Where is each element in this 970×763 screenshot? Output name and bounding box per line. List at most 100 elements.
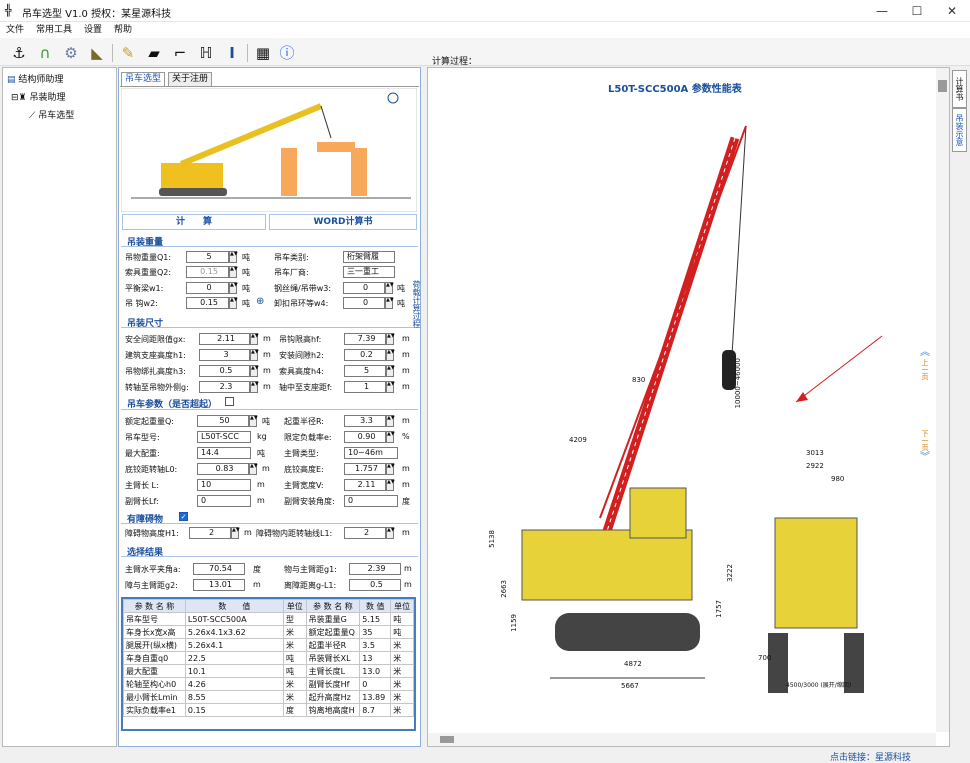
- boom-width-unit: m: [402, 480, 410, 489]
- e-height-input[interactable]: 1.757: [344, 463, 386, 475]
- l0-spinner[interactable]: ▲▼: [249, 463, 258, 475]
- tab-calc-book[interactable]: 计算书: [952, 70, 967, 108]
- load-rate-spinner[interactable]: ▲▼: [386, 431, 395, 443]
- table-cell: 最大配重: [123, 664, 186, 678]
- h-scrollbar[interactable]: [428, 733, 936, 746]
- w4-spinner[interactable]: ▲▼: [385, 297, 394, 309]
- vendor-link[interactable]: 点击链接：星源科技: [830, 750, 911, 763]
- f-input[interactable]: 1: [344, 381, 386, 393]
- h4-input[interactable]: 5: [344, 365, 386, 377]
- close-icon[interactable]: ✕: [930, 0, 970, 22]
- w2-spinner[interactable]: ▲▼: [229, 297, 238, 309]
- table-cell: 吨: [282, 664, 307, 678]
- radius-spinner[interactable]: ▲▼: [386, 415, 395, 427]
- w3-spinner[interactable]: ▲▼: [385, 282, 394, 294]
- jib-length-select[interactable]: 0: [197, 495, 251, 507]
- prev-page-button[interactable]: ︽ 上一页: [918, 348, 932, 412]
- hook-icon[interactable]: ⌐: [169, 42, 191, 64]
- process-label: 计算过程：: [432, 57, 478, 67]
- super-lift-checkbox[interactable]: [225, 397, 234, 406]
- tree-root[interactable]: ▤ 结构师助理: [7, 72, 63, 85]
- q1-spinner[interactable]: ▲▼: [229, 251, 238, 263]
- q2-spinner[interactable]: ▲▼: [229, 266, 238, 278]
- table-cell: 13.0: [359, 664, 392, 678]
- h3-input[interactable]: 0.5: [199, 365, 250, 377]
- obstacle-dist-input[interactable]: 2: [344, 527, 386, 539]
- e-height-spinner[interactable]: ▲▼: [386, 463, 395, 475]
- h2-input[interactable]: 0.2: [344, 349, 386, 361]
- beam-icon[interactable]: ▰: [143, 42, 165, 64]
- tree-node-hoist[interactable]: ⊟♜ 吊装助理: [11, 90, 66, 103]
- w4-input[interactable]: 0: [343, 297, 385, 309]
- boom-type-select[interactable]: 10~46m: [344, 447, 398, 459]
- expand-icon[interactable]: ⊟: [11, 93, 19, 103]
- load-rate-input[interactable]: 0.90: [344, 431, 386, 443]
- q1-input[interactable]: 5: [186, 251, 229, 263]
- next-page-button[interactable]: 下一页 ︾: [918, 428, 932, 488]
- tab-lift-diagram[interactable]: 吊装示意: [952, 108, 967, 152]
- h-scroll-thumb[interactable]: [440, 736, 454, 743]
- calculator-icon[interactable]: ▦: [252, 42, 274, 64]
- table-row: 腿展开(纵x横) 5.26x4.1 米起重半径R 3.5 米: [123, 638, 414, 652]
- crane-type-select[interactable]: 桁架臂履: [343, 251, 395, 263]
- tab-crane-select[interactable]: 吊车选型: [121, 72, 166, 86]
- support-right: [351, 148, 367, 196]
- counterweight-select[interactable]: 14.4: [197, 447, 251, 459]
- crane-base-icon[interactable]: ⚓: [8, 42, 30, 64]
- table-cell: 米: [390, 690, 414, 704]
- rated-q-input[interactable]: 50: [197, 415, 249, 427]
- gx-spinner[interactable]: ▲▼: [250, 333, 259, 345]
- radius-input[interactable]: 3.3: [344, 415, 386, 427]
- w2-input[interactable]: 0.15: [186, 297, 229, 309]
- calculate-button[interactable]: 计 算: [122, 214, 266, 230]
- menu-tools[interactable]: 常用工具: [36, 25, 72, 35]
- maker-select[interactable]: 三一重工: [343, 266, 395, 278]
- excavator-icon[interactable]: ◣: [86, 42, 108, 64]
- menu-settings[interactable]: 设置: [84, 25, 102, 35]
- rated-q-spinner[interactable]: ▲▼: [249, 415, 258, 427]
- g-input[interactable]: 2.3: [199, 381, 250, 393]
- h1-input[interactable]: 3: [199, 349, 250, 361]
- obstacle-height-spinner[interactable]: ▲▼: [231, 527, 240, 539]
- boom-width-spinner[interactable]: ▲▼: [386, 479, 395, 491]
- obstacle-dist-spinner[interactable]: ▲▼: [386, 527, 395, 539]
- model-select[interactable]: L50T-SCC: [197, 431, 251, 443]
- gx-input[interactable]: 2.11: [199, 333, 250, 345]
- w3-input[interactable]: 0: [343, 282, 385, 294]
- g-spinner[interactable]: ▲▼: [250, 381, 259, 393]
- menu-help[interactable]: 帮助: [114, 25, 132, 35]
- frame-icon[interactable]: ℍ: [195, 42, 217, 64]
- angle-a-output: 70.54: [193, 563, 245, 575]
- h1-spinner[interactable]: ▲▼: [250, 349, 259, 361]
- v-scrollbar[interactable]: [936, 68, 949, 732]
- jib-angle-select[interactable]: 0: [344, 495, 398, 507]
- hf-input[interactable]: 7.39: [344, 333, 386, 345]
- w1-input[interactable]: 0: [186, 282, 229, 294]
- zoom-plus-icon[interactable]: ⊕: [256, 296, 264, 307]
- i-beam-icon[interactable]: I: [221, 42, 243, 64]
- obstacle-height-input[interactable]: 2: [189, 527, 231, 539]
- info-icon[interactable]: ⓘ: [276, 42, 298, 64]
- pencil-icon[interactable]: ✎: [117, 42, 139, 64]
- w1-spinner[interactable]: ▲▼: [229, 282, 238, 294]
- tab-register[interactable]: 关于注册: [168, 72, 213, 86]
- h4-spinner[interactable]: ▲▼: [386, 365, 395, 377]
- hf-spinner[interactable]: ▲▼: [386, 333, 395, 345]
- menu-file[interactable]: 文件: [6, 25, 24, 35]
- boom-length-select[interactable]: 10: [197, 479, 251, 491]
- f-spinner[interactable]: ▲▼: [386, 381, 395, 393]
- h2-spinner[interactable]: ▲▼: [386, 349, 395, 361]
- gear-icon[interactable]: ⚙: [60, 42, 82, 64]
- l0-input[interactable]: 0.83: [197, 463, 249, 475]
- tree-leaf-crane-select[interactable]: ⟋ 吊车选型: [29, 108, 74, 121]
- v-scroll-thumb[interactable]: [938, 80, 947, 92]
- word-report-button[interactable]: WORD计算书: [269, 214, 417, 230]
- calc-process-side-tab[interactable]: 荷载计算过程: [412, 280, 422, 350]
- q2-input[interactable]: 0.15: [186, 266, 229, 278]
- arch-icon[interactable]: ∩: [34, 42, 56, 64]
- h3-spinner[interactable]: ▲▼: [250, 365, 259, 377]
- boom-width-input[interactable]: 2.11: [344, 479, 386, 491]
- table-cell: 腿展开(纵x横): [123, 638, 186, 652]
- table-cell: 3.5: [359, 638, 392, 652]
- obstacle-checkbox[interactable]: ✓: [179, 512, 188, 521]
